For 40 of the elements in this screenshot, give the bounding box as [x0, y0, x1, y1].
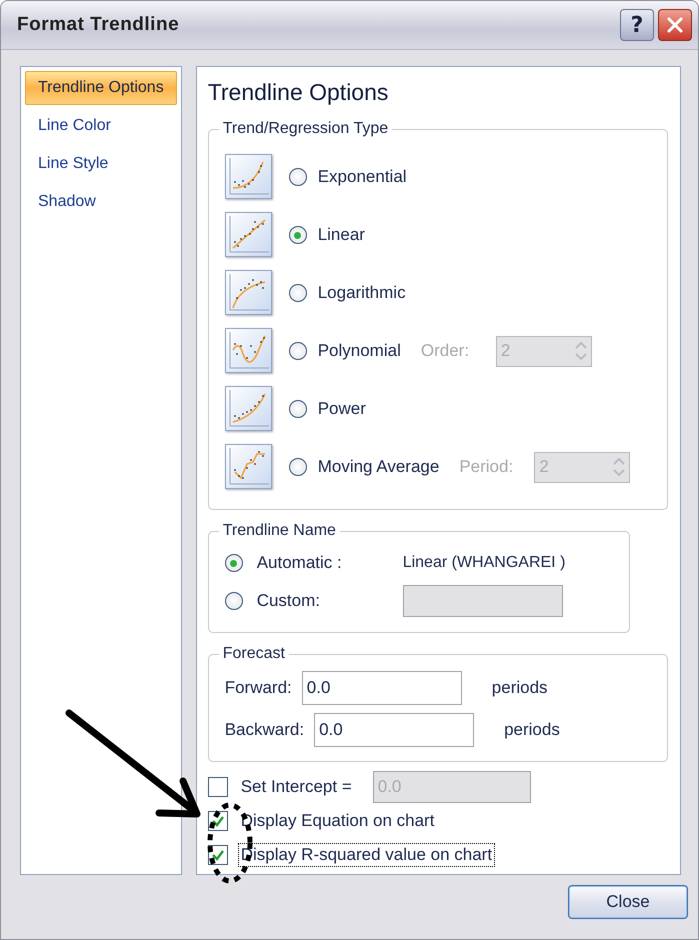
radio-label: Exponential [318, 167, 408, 187]
radio-label: Power [318, 399, 367, 419]
radio-label: Polynomial [318, 341, 401, 361]
radio-button[interactable] [288, 342, 307, 360]
field-label: Backward: [224, 720, 304, 740]
field-label: Forward: [224, 678, 292, 698]
checkbox[interactable] [208, 777, 228, 797]
radio-button[interactable] [288, 400, 307, 418]
unit-label: periods [492, 678, 548, 698]
sidebar-item[interactable]: Shadow [25, 185, 177, 219]
radio-label: Custom: [256, 591, 321, 611]
radio-label: Linear [318, 225, 366, 245]
close-icon [666, 16, 684, 34]
option-label: Order: [420, 341, 470, 361]
group-legend: Trendline Name [218, 522, 340, 540]
automatic-name-text: Linear (WHANGAREI ) [402, 554, 566, 572]
close-dialog-button[interactable]: Close [568, 885, 688, 919]
group-legend: Forecast [218, 645, 289, 663]
option-label: Period: [459, 457, 514, 477]
group-legend: Trend/Regression Type [218, 120, 392, 138]
window-title: Format Trendline [17, 14, 180, 36]
panel-title: Trendline Options [208, 79, 390, 106]
sidebar-item[interactable]: Line Color [25, 109, 177, 143]
help-button[interactable]: ? [620, 9, 654, 41]
checkbox-label: Display R-squared value on chart [238, 843, 496, 867]
close-button[interactable] [658, 9, 692, 41]
radio-label: Automatic : [256, 553, 343, 573]
forecast-field[interactable]: 0.0 [314, 713, 474, 747]
forecast-field[interactable]: 0.0 [302, 671, 462, 705]
radio-button[interactable] [288, 226, 307, 244]
radio-button[interactable] [288, 284, 307, 302]
radio-label: Logarithmic [318, 283, 407, 303]
radio-label: Moving Average [318, 457, 440, 477]
checkbox-label: Set Intercept = [240, 776, 353, 798]
sidebar-item[interactable]: Trendline Options [25, 71, 177, 105]
radio-button[interactable] [288, 168, 307, 186]
radio-button[interactable] [288, 458, 307, 476]
radio-button[interactable] [224, 554, 243, 572]
sidebar-item[interactable]: Line Style [25, 147, 177, 181]
unit-label: periods [504, 720, 560, 740]
